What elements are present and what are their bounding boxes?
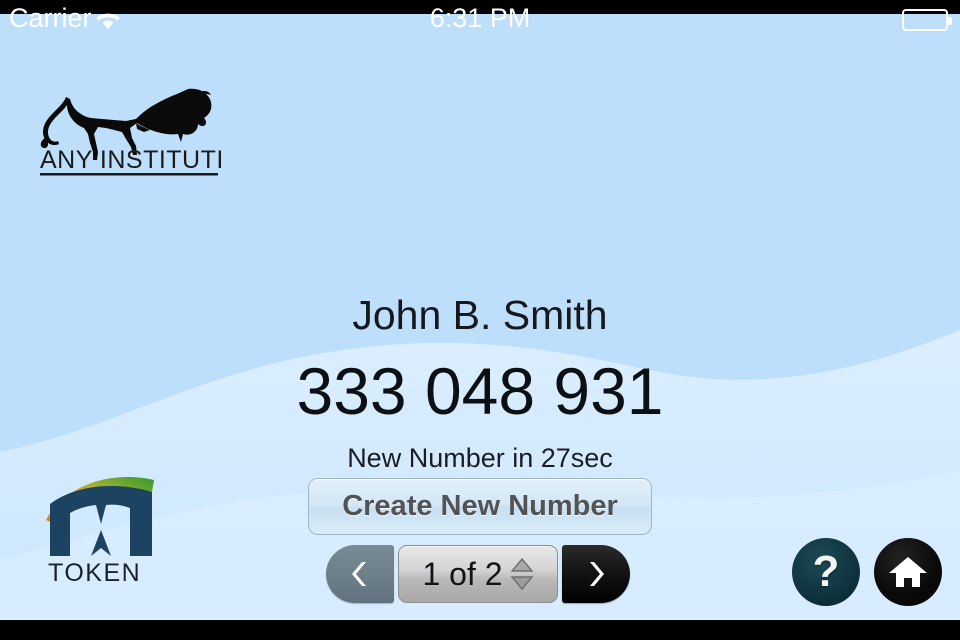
help-button[interactable]: ? xyxy=(792,538,860,606)
token-code: 333 048 931 xyxy=(296,354,664,428)
institution-underline xyxy=(40,173,218,176)
stepper-arrows xyxy=(510,557,534,591)
triangle-up-icon[interactable] xyxy=(510,557,534,573)
countdown-text: New Number in 27sec xyxy=(347,443,613,473)
next-page-button[interactable] xyxy=(562,545,630,603)
user-name: John B. Smith xyxy=(352,292,608,338)
brand-logo: R TOKEN xyxy=(44,474,159,584)
app-canvas: ANY INSTITUTION xyxy=(0,0,960,620)
create-new-number-button[interactable]: Create New Number xyxy=(308,478,652,535)
institution-name-text: ANY INSTITUTION xyxy=(40,146,222,174)
question-mark-icon: ? xyxy=(812,547,840,596)
home-button[interactable] xyxy=(874,538,942,606)
svg-text:R: R xyxy=(142,544,148,553)
status-bar-clock: 6:31 PM xyxy=(429,3,531,33)
brand-name-text: TOKEN xyxy=(48,559,141,584)
page-indicator-label: 1 of 2 xyxy=(422,555,503,592)
bottom-bar xyxy=(0,620,960,640)
pager-control: 1 of 2 xyxy=(326,545,630,603)
battery-full-icon xyxy=(902,9,952,31)
page-indicator-stepper[interactable]: 1 of 2 xyxy=(398,545,558,603)
device-screen: ANY INSTITUTION xyxy=(0,0,960,640)
institution-logo: ANY INSTITUTION xyxy=(40,76,222,181)
chevron-left-icon xyxy=(352,562,366,586)
triangle-down-icon[interactable] xyxy=(510,575,534,591)
previous-page-button[interactable] xyxy=(326,545,394,603)
chevron-right-icon xyxy=(590,562,604,586)
house-icon xyxy=(889,557,927,587)
m-mark-icon xyxy=(50,486,152,556)
